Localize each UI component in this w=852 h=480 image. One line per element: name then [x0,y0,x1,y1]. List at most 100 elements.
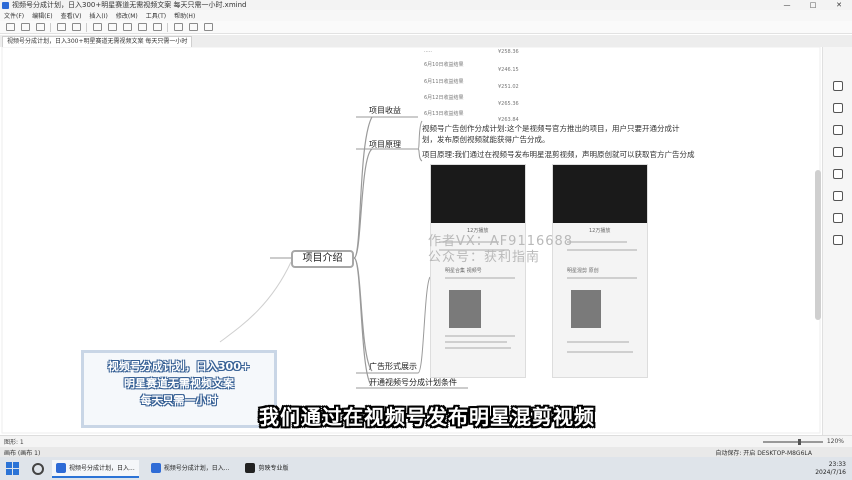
menu-edit[interactable]: 编辑(E) [32,11,52,20]
earning-value: ¥246.15 [498,67,519,73]
status-shape-count: 图形: 1 [4,439,24,446]
text-line [445,335,515,337]
open-file-icon[interactable] [21,23,30,31]
earning-line: 6月10日收益结果 [424,62,464,68]
menu-view[interactable]: 查看(V) [61,11,82,20]
outline-panel-icon[interactable] [833,147,843,157]
comment-text: 明星混剪 原创 [567,268,599,274]
system-clock[interactable]: 23:33 2024/7/16 [815,461,846,477]
undo-icon[interactable] [57,23,66,31]
toolbar-divider [86,22,87,32]
video-views: 12万播放 [467,228,489,234]
toolbar [0,21,852,34]
branch-ad-display[interactable]: 广告形式展示 [369,361,417,372]
sheet-tab[interactable]: 画布 (画布 1) [4,448,715,457]
zoom-control[interactable]: 120% [762,438,844,445]
ad-screenshot-left: 12万播放 明星合集 视频号 [430,164,526,378]
menu-tools[interactable]: 工具(T) [146,11,166,20]
task-panel-icon[interactable] [833,213,843,223]
clock-date: 2024/7/16 [815,468,846,476]
earning-value: ¥251.02 [498,84,519,90]
promo-line1: 视频号分成计划，日入300+ [107,360,251,373]
boundary-icon[interactable] [138,23,147,31]
clock-time: 23:33 [828,460,846,468]
earning-line: 6月13日收益结果 [424,111,464,117]
document-tab-row: 视频号分成计划，日入300+明星赛道无需视频文案 每天只需一小时 [0,35,852,47]
toolbar-divider [167,22,168,32]
start-icon[interactable] [6,461,20,476]
video-thumbnail [553,165,647,223]
subtopic-icon[interactable] [108,23,117,31]
style-panel-icon[interactable] [833,235,843,245]
branch-income[interactable]: 项目收益 [369,105,401,116]
text-line [445,347,511,349]
video-views: 12万播放 [589,228,611,234]
window-title: 视频号分成计划，日入300+明星赛道无需视频文案 每天只需一小时.xmind [12,1,247,9]
close-button[interactable]: ✕ [826,1,852,9]
image-panel-icon[interactable] [833,125,843,135]
image-icon[interactable] [189,23,198,31]
more-icon[interactable] [204,23,213,31]
menu-file[interactable]: 文件(F) [4,11,24,20]
earning-line: 6月12日收益结果 [424,95,464,101]
earning-line: ····· [424,49,432,55]
principle-description[interactable]: 视频号广告创作分成计划:这个是视频号官方推出的项目，用户只要开通分成计划，发布原… [422,123,687,145]
relationship-icon[interactable] [123,23,132,31]
notes-panel-icon[interactable] [833,169,843,179]
menu-help[interactable]: 帮助(H) [174,11,195,20]
zoom-level: 120% [826,438,844,445]
branch-conditions[interactable]: 开通视频号分成计划条件 [369,377,457,388]
text-line [567,351,633,353]
taskbar-item-label: 剪映专业版 [258,465,289,472]
zoom-slider[interactable] [762,438,823,445]
redo-icon[interactable] [72,23,81,31]
toolbar-divider [50,22,51,32]
jianying-icon [245,462,256,473]
ad-screenshot-right: 12万播放 明星混剪 原创 [552,164,648,378]
format-panel-icon[interactable] [833,81,843,91]
save-icon[interactable] [36,23,45,31]
windows-taskbar: 视频号分成计划，日入... 视频号分成计划，日入... 剪映专业版 23:33 … [0,457,852,480]
promo-line2: 明星赛道无需视频文案 [124,377,234,390]
earning-value: ¥265.36 [498,101,519,107]
text-line [567,277,637,279]
icon-panel-icon[interactable] [833,103,843,113]
autosave-status: 自动保存: 开启 DESKTOP-M8G6LA [715,449,812,457]
marker-icon[interactable] [174,23,183,31]
taskbar-item-xmind-1[interactable]: 视频号分成计划，日入... [52,459,139,478]
summary-icon[interactable] [153,23,162,31]
vertical-scrollbar[interactable] [815,170,821,320]
video-subtitle: 我们通过在视频号发布明星混剪视频 [259,405,595,429]
xmind-icon [150,462,161,473]
taskbar-item-label: 视频号分成计划，日入... [69,465,135,472]
menu-insert[interactable]: 插入(I) [89,11,107,20]
root-topic[interactable]: 项目介绍 [291,250,354,268]
new-file-icon[interactable] [6,23,15,31]
comment-text: 明星合集 视频号 [445,268,482,274]
text-line [567,249,637,251]
watermark-line2: 公众号：获利指南 [428,250,541,265]
principle-summary[interactable]: 项目原理:我们通过在视频号发布明星混剪视频，声明原创就可以获取官方广告分成 [422,149,712,160]
zoom-slider-knob[interactable] [797,438,801,445]
topic-icon[interactable] [93,23,102,31]
text-line [445,277,515,279]
xmind-app-icon [2,1,9,9]
maximize-button[interactable]: □ [800,1,826,9]
earning-value: ¥258.36 [498,49,519,55]
menu-bar: 文件(F) 编辑(E) 查看(V) 插入(I) 修改(M) 工具(T) 帮助(H… [0,10,852,21]
document-tab[interactable]: 视频号分成计划，日入300+明星赛道无需视频文案 每天只需一小时 [2,36,192,47]
video-thumbnail [431,165,525,223]
title-bar: 视频号分成计划，日入300+明星赛道无需视频文案 每天只需一小时.xmind —… [0,0,852,10]
search-icon[interactable] [32,462,44,475]
menu-modify[interactable]: 修改(M) [116,11,138,20]
watermark-line1: 作者VX：AF9116688 [428,234,574,249]
minimize-button[interactable]: — [774,1,800,9]
taskbar-item-jianying[interactable]: 剪映专业版 [241,460,292,478]
branch-principle[interactable]: 项目原理 [369,139,401,150]
comments-panel-icon[interactable] [833,191,843,201]
text-line [445,341,507,343]
earning-line: 6月11日收益结果 [424,79,464,85]
taskbar-item-label: 视频号分成计划，日入... [163,465,230,472]
sheet-bar: 画布 (画布 1) 自动保存: 开启 DESKTOP-M8G6LA [0,447,852,457]
taskbar-item-xmind-2[interactable]: 视频号分成计划，日入... [147,460,234,478]
